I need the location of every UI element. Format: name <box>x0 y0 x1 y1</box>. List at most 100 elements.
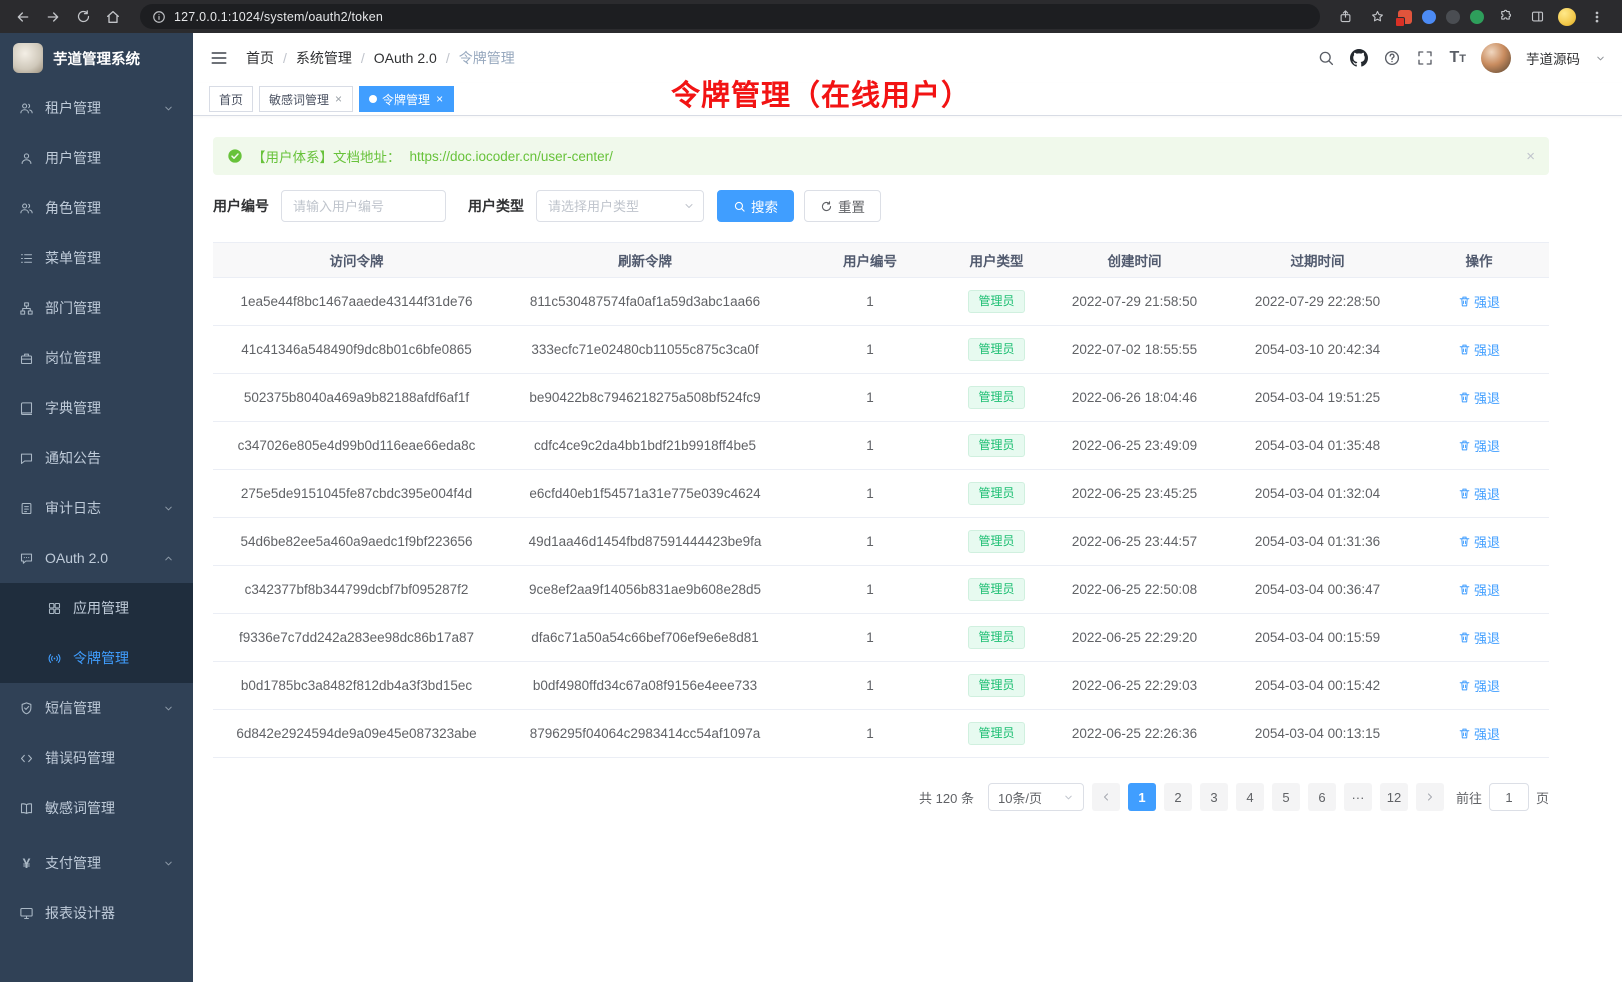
goto-page-input[interactable] <box>1489 783 1529 811</box>
search-button[interactable]: 搜索 <box>717 190 794 222</box>
sidebar-item-oauth-apps[interactable]: 应用管理 <box>0 583 193 633</box>
page-button[interactable]: 12 <box>1380 783 1408 811</box>
sidebar-item-post[interactable]: 岗位管理 <box>0 333 193 383</box>
sidebar-item-oauth-token[interactable]: 令牌管理 <box>0 633 193 683</box>
force-logout-button[interactable]: 强退 <box>1458 580 1500 599</box>
extensions-puzzle-icon[interactable] <box>1494 6 1516 28</box>
user-avatar[interactable] <box>1481 43 1511 73</box>
user-name[interactable]: 芋道源码 <box>1526 48 1580 68</box>
page-button[interactable]: 2 <box>1164 783 1192 811</box>
breadcrumb-item[interactable]: OAuth 2.0 <box>374 50 437 66</box>
force-logout-button[interactable]: 强退 <box>1458 292 1500 311</box>
close-icon[interactable]: × <box>435 93 444 105</box>
sidebar-item-label: 应用管理 <box>73 598 129 618</box>
force-logout-button[interactable]: 强退 <box>1458 388 1500 407</box>
reset-button[interactable]: 重置 <box>804 190 881 222</box>
force-logout-button[interactable]: 强退 <box>1458 340 1500 359</box>
sidebar-item-dept[interactable]: 部门管理 <box>0 283 193 333</box>
browser-menu-icon[interactable] <box>1586 6 1608 28</box>
sidebar-item-report-designer[interactable]: 报表设计器 <box>0 888 193 938</box>
token-table: 访问令牌 刷新令牌 用户编号 用户类型 创建时间 过期时间 操作 1ea5e44… <box>213 242 1549 758</box>
browser-home-button[interactable] <box>100 4 126 30</box>
trash-icon <box>1458 391 1471 404</box>
extension-icon-red[interactable] <box>1398 10 1412 24</box>
sidebar-item-tenant[interactable]: 租户管理 <box>0 83 193 133</box>
sidebar-item-role[interactable]: 角色管理 <box>0 183 193 233</box>
force-logout-button[interactable]: 强退 <box>1458 676 1500 695</box>
sidebar-item-sms[interactable]: 短信管理 <box>0 683 193 733</box>
help-icon[interactable] <box>1383 49 1401 67</box>
more-pages-button[interactable]: ··· <box>1344 783 1372 811</box>
breadcrumb-item[interactable]: 首页 <box>246 48 274 68</box>
trash-icon <box>1458 487 1471 500</box>
table-row: f9336e7c7dd242a283ee98dc86b17a87 dfa6c71… <box>213 614 1549 662</box>
bookmark-star-icon[interactable] <box>1366 6 1388 28</box>
sidebar-item-user[interactable]: 用户管理 <box>0 133 193 183</box>
browser-reload-button[interactable] <box>70 4 96 30</box>
oauth-submenu: 应用管理 令牌管理 <box>0 583 193 683</box>
sidebar-item-label: 令牌管理 <box>73 648 129 668</box>
force-logout-button[interactable]: 强退 <box>1458 532 1500 551</box>
user-type-select[interactable] <box>536 190 704 222</box>
sidebar-item-sensitive-word[interactable]: 敏感词管理 <box>0 783 193 833</box>
user-icon <box>19 151 34 166</box>
doc-link[interactable]: https://doc.iocoder.cn/user-center/ <box>410 149 613 164</box>
share-icon[interactable] <box>1334 6 1356 28</box>
site-info-icon[interactable] <box>152 10 166 24</box>
extension-icon-blue[interactable] <box>1422 10 1436 24</box>
user-type-badge: 管理员 <box>968 386 1024 410</box>
close-icon[interactable]: × <box>334 93 343 105</box>
tab-sensitive-word[interactable]: 敏感词管理 × <box>259 86 353 112</box>
page-button[interactable]: 6 <box>1308 783 1336 811</box>
fullscreen-icon[interactable] <box>1416 49 1434 67</box>
caret-down-icon[interactable] <box>1595 53 1606 64</box>
prev-page-button[interactable] <box>1092 783 1120 811</box>
search-icon[interactable] <box>1317 49 1335 67</box>
sidebar-item-label: 部门管理 <box>45 298 101 318</box>
user-type-badge: 管理员 <box>968 290 1024 314</box>
address-bar[interactable]: 127.0.0.1:1024/system/oauth2/token <box>140 4 1320 29</box>
table-row: 54d6be82ee5a460a9aedc1f9bf223656 49d1aa4… <box>213 518 1549 566</box>
sidebar-item-menu[interactable]: 菜单管理 <box>0 233 193 283</box>
hamburger-icon[interactable] <box>209 47 231 69</box>
next-page-button[interactable] <box>1416 783 1444 811</box>
browser-profile-avatar[interactable] <box>1558 8 1576 26</box>
force-logout-button[interactable]: 强退 <box>1458 724 1500 743</box>
sidebar-item-label: 通知公告 <box>45 448 101 468</box>
page-content: 【用户体系】文档地址： https://doc.iocoder.cn/user-… <box>193 116 1569 811</box>
browser-toolbar-right <box>1334 6 1612 28</box>
github-icon[interactable] <box>1350 49 1368 67</box>
breadcrumb-item[interactable]: 系统管理 <box>296 48 352 68</box>
url-text: 127.0.0.1:1024/system/oauth2/token <box>174 10 383 24</box>
sidebar-item-payment[interactable]: ¥ 支付管理 <box>0 838 193 888</box>
sidebar-item-label: 支付管理 <box>45 853 101 873</box>
sidebar-item-notice[interactable]: 通知公告 <box>0 433 193 483</box>
app-logo[interactable]: 芋道管理系统 <box>0 33 193 83</box>
force-logout-button[interactable]: 强退 <box>1458 628 1500 647</box>
col-refresh-token: 刷新令牌 <box>500 243 790 278</box>
tab-home[interactable]: 首页 <box>209 86 253 112</box>
force-logout-button[interactable]: 强退 <box>1458 436 1500 455</box>
page-button[interactable]: 5 <box>1272 783 1300 811</box>
force-logout-button[interactable]: 强退 <box>1458 484 1500 503</box>
sidebar-toggle-icon[interactable] <box>1526 6 1548 28</box>
page-size-select[interactable]: 10条/页 <box>988 783 1084 811</box>
sidebar-item-audit-log[interactable]: 审计日志 <box>0 483 193 533</box>
sidebar-item-error-code[interactable]: 错误码管理 <box>0 733 193 783</box>
user-type-badge: 管理员 <box>968 626 1024 650</box>
page-button[interactable]: 1 <box>1128 783 1156 811</box>
sidebar-item-oauth[interactable]: OAuth 2.0 <box>0 533 193 583</box>
user-type-badge: 管理员 <box>968 674 1024 698</box>
font-size-icon[interactable]: TT <box>1449 50 1466 66</box>
sidebar-item-dict[interactable]: 字典管理 <box>0 383 193 433</box>
user-id-input[interactable] <box>281 190 446 222</box>
page-button[interactable]: 3 <box>1200 783 1228 811</box>
page-button[interactable]: 4 <box>1236 783 1264 811</box>
browser-back-button[interactable] <box>10 4 36 30</box>
user-id-label: 用户编号 <box>213 196 269 216</box>
alert-close-icon[interactable]: × <box>1526 148 1535 165</box>
tab-token[interactable]: 令牌管理 × <box>359 86 454 112</box>
extension-icon-dark[interactable] <box>1446 10 1460 24</box>
browser-forward-button[interactable] <box>40 4 66 30</box>
extension-icon-green[interactable] <box>1470 10 1484 24</box>
